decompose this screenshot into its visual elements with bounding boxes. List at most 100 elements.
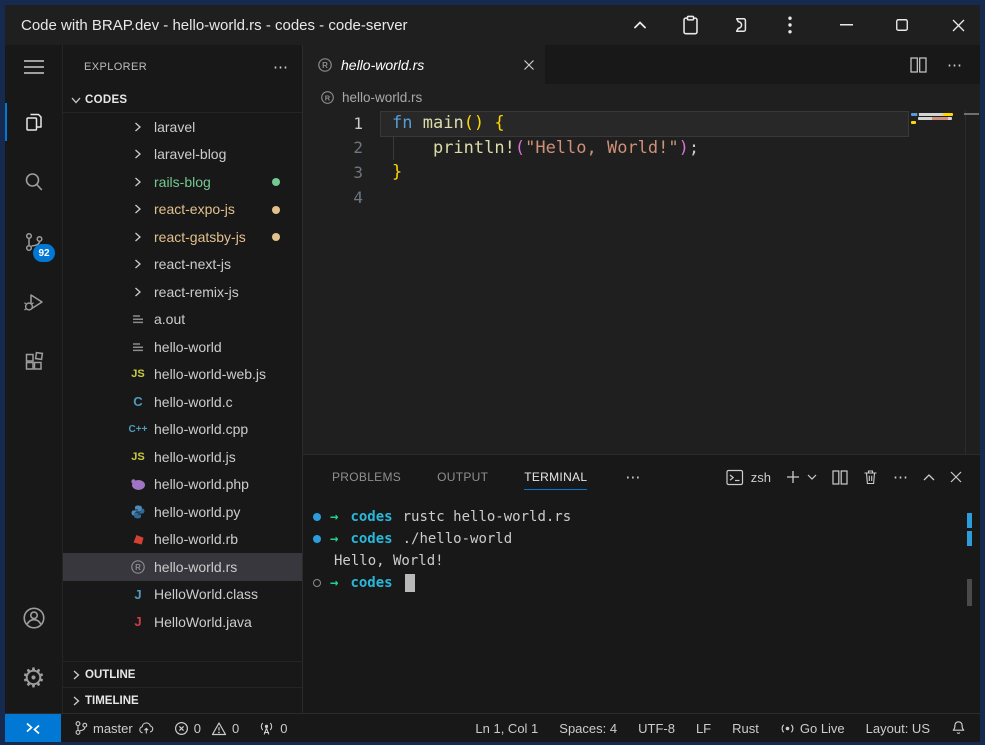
encoding[interactable]: UTF-8	[638, 721, 675, 736]
branch-name: master	[93, 721, 133, 736]
keyboard-layout[interactable]: Layout: US	[866, 721, 930, 736]
tree-item-HelloWorld.java[interactable]: JHelloWorld.java	[63, 608, 302, 636]
explorer-sidebar: EXPLORER ⋯ CODES laravellaravel-blograil…	[62, 45, 303, 713]
error-icon	[174, 721, 189, 736]
c-file-icon: C	[129, 394, 147, 409]
puzzle-icon[interactable]	[724, 9, 756, 41]
new-terminal-icon[interactable]	[786, 470, 800, 484]
run-debug-activity-icon[interactable]	[5, 277, 62, 327]
scrollbar-thumb[interactable]	[967, 579, 972, 606]
notifications-bell-icon[interactable]	[951, 720, 966, 736]
code-editor[interactable]: 1fn main() {2 println!("Hello, World!");…	[303, 110, 980, 454]
tab-close-icon[interactable]	[523, 59, 535, 71]
panel-tabs-more-icon[interactable]: ⋯	[625, 468, 640, 486]
code-line-4[interactable]: 4	[303, 185, 980, 210]
go-live-button[interactable]: Go Live	[780, 721, 845, 736]
line-number: 3	[303, 163, 363, 182]
tree-item-label: react-remix-js	[154, 284, 239, 300]
rust-file-icon: R	[320, 90, 335, 105]
maximize-panel-icon[interactable]	[923, 473, 935, 481]
command-decoration-pending[interactable]	[309, 579, 325, 587]
command-decoration-done[interactable]	[309, 535, 325, 543]
outline-section-header[interactable]: OUTLINE	[63, 661, 302, 687]
class-file-icon: J	[129, 587, 147, 602]
explorer-more-icon[interactable]: ⋯	[273, 58, 288, 76]
git-branch-status[interactable]: master	[74, 720, 155, 736]
tree-item-laravel-blog[interactable]: laravel-blog	[63, 141, 302, 169]
close-window-button[interactable]	[942, 9, 974, 41]
bottom-panel: PROBLEMS OUTPUT TERMINAL ⋯ zsh	[303, 454, 980, 713]
chevron-right-icon	[129, 230, 147, 244]
minimize-button[interactable]	[830, 9, 862, 41]
tree-item-react-remix-js[interactable]: react-remix-js	[63, 278, 302, 306]
tree-item-hello-world.cpp[interactable]: C++hello-world.cpp	[63, 416, 302, 444]
tree-item-hello-world-web.js[interactable]: JShello-world-web.js	[63, 361, 302, 389]
tree-item-hello-world.rb[interactable]: hello-world.rb	[63, 526, 302, 554]
terminal-output[interactable]: →codesrustc hello-world.rs→codes./hello-…	[303, 499, 980, 713]
tree-item-react-next-js[interactable]: react-next-js	[63, 251, 302, 279]
tree-item-laravel[interactable]: laravel	[63, 113, 302, 141]
shell-name[interactable]: zsh	[751, 470, 771, 485]
code-line-2[interactable]: 2 println!("Hello, World!");	[303, 136, 980, 161]
split-terminal-icon[interactable]	[832, 470, 848, 485]
account-icon[interactable]	[5, 593, 62, 643]
problems-status[interactable]: 0 0	[174, 721, 239, 736]
remote-indicator[interactable]	[5, 714, 61, 742]
language-mode[interactable]: Rust	[732, 721, 759, 736]
tree-item-react-expo-js[interactable]: react-expo-js	[63, 196, 302, 224]
warning-icon	[211, 721, 227, 736]
clipboard-icon[interactable]	[674, 9, 706, 41]
timeline-section-header[interactable]: TIMELINE	[63, 687, 302, 713]
code-line-3[interactable]: 3}	[303, 160, 980, 185]
terminal-dropdown-chevron-icon[interactable]	[807, 473, 817, 481]
tab-terminal[interactable]: TERMINAL	[524, 455, 587, 499]
close-panel-icon[interactable]	[950, 471, 962, 483]
kebab-menu-icon[interactable]	[774, 9, 806, 41]
search-activity-icon[interactable]	[5, 157, 62, 207]
tree-item-rails-blog[interactable]: rails-blog	[63, 168, 302, 196]
breadcrumb[interactable]: R hello-world.rs	[303, 84, 980, 110]
line-number: 1	[303, 114, 363, 133]
code-line-1[interactable]: 1fn main() {	[303, 111, 980, 136]
source-control-activity-icon[interactable]: 92	[5, 217, 62, 267]
tree-item-hello-world[interactable]: hello-world	[63, 333, 302, 361]
terminal-scrollbar[interactable]	[967, 513, 972, 606]
kill-terminal-trash-icon[interactable]	[863, 469, 878, 485]
chevron-up-icon[interactable]	[624, 9, 656, 41]
editor-more-icon[interactable]: ⋯	[947, 56, 962, 74]
tab-problems[interactable]: PROBLEMS	[332, 455, 401, 499]
php-file-icon	[129, 477, 147, 491]
minimap[interactable]	[907, 110, 966, 454]
extensions-activity-icon[interactable]	[5, 337, 62, 387]
explorer-activity-icon[interactable]	[5, 97, 62, 147]
panel-more-icon[interactable]: ⋯	[893, 468, 908, 486]
eol-sequence[interactable]: LF	[696, 721, 711, 736]
timeline-label: TIMELINE	[85, 695, 139, 707]
settings-gear-icon[interactable]: ⚙	[5, 653, 62, 703]
tree-item-hello-world.js[interactable]: JShello-world.js	[63, 443, 302, 471]
menu-hamburger-icon[interactable]	[5, 45, 62, 89]
codes-section-header[interactable]: CODES	[63, 88, 302, 113]
outline-label: OUTLINE	[85, 669, 135, 681]
tree-item-hello-world.c[interactable]: Chello-world.c	[63, 388, 302, 416]
tab-hello-world-rs[interactable]: R hello-world.rs	[303, 45, 545, 84]
tree-item-a.out[interactable]: a.out	[63, 306, 302, 334]
indentation[interactable]: Spaces: 4	[559, 721, 617, 736]
tree-item-label: rails-blog	[154, 174, 211, 190]
line-content: println!("Hello, World!");	[363, 138, 699, 158]
tree-item-hello-world.php[interactable]: hello-world.php	[63, 471, 302, 499]
tree-item-label: a.out	[154, 311, 185, 327]
ports-status[interactable]: 0	[258, 721, 287, 736]
maximize-button[interactable]	[886, 9, 918, 41]
tree-item-react-gatsby-js[interactable]: react-gatsby-js	[63, 223, 302, 251]
tree-item-hello-world.py[interactable]: hello-world.py	[63, 498, 302, 526]
tree-item-hello-world.rs[interactable]: Rhello-world.rs	[63, 553, 302, 581]
cursor-position[interactable]: Ln 1, Col 1	[475, 721, 538, 736]
tab-output[interactable]: OUTPUT	[437, 455, 488, 499]
tree-item-HelloWorld.class[interactable]: JHelloWorld.class	[63, 581, 302, 609]
binary-file-icon	[129, 311, 147, 327]
command-decoration-done[interactable]	[309, 513, 325, 521]
split-editor-icon[interactable]	[910, 57, 927, 73]
radio-tower-icon	[258, 721, 275, 736]
prompt-cwd: codes	[350, 531, 392, 547]
